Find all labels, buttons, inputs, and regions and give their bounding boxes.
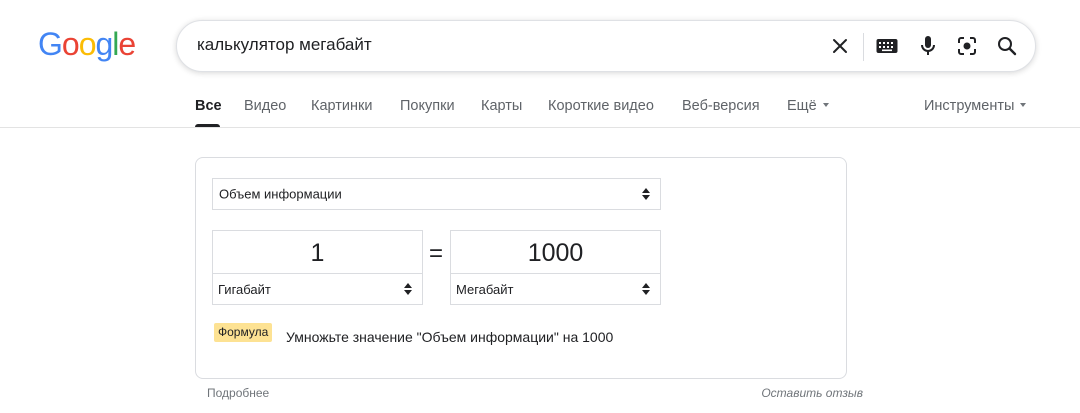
more-info-link[interactable]: Подробнее	[207, 386, 269, 400]
tab-web[interactable]: Веб-версия	[682, 98, 760, 114]
keyboard-icon[interactable]	[874, 33, 900, 59]
logo-letter-1: G	[38, 26, 63, 62]
up-down-arrows-icon	[404, 283, 412, 295]
from-unit-label: Гигабайт	[218, 282, 271, 297]
category-select[interactable]: Объем информации	[212, 178, 661, 210]
from-unit-box: 1 Гигабайт	[212, 230, 423, 305]
tools-button[interactable]: Инструменты	[924, 98, 1027, 114]
category-select-label: Объем информации	[219, 186, 342, 202]
from-value-input[interactable]: 1	[213, 235, 422, 271]
close-icon[interactable]	[827, 33, 853, 59]
formula-badge: Формула	[214, 323, 273, 342]
search-tabs: Все Видео Картинки Покупки Карты Коротки…	[0, 86, 1080, 128]
logo-letter-6: e	[118, 26, 136, 62]
up-down-arrows-icon	[642, 188, 650, 200]
tab-images[interactable]: Картинки	[311, 98, 372, 114]
tab-video[interactable]: Видео	[244, 98, 286, 114]
active-tab-indicator	[195, 124, 220, 127]
from-unit-select[interactable]: Гигабайт	[213, 274, 422, 304]
search-divider	[863, 33, 864, 61]
up-down-arrows-icon	[642, 283, 650, 295]
search-input[interactable]: калькулятор мегабайт	[197, 35, 372, 55]
tab-shopping[interactable]: Покупки	[400, 98, 455, 114]
search-box[interactable]: калькулятор мегабайт	[176, 20, 1036, 72]
tab-maps[interactable]: Карты	[481, 98, 522, 114]
microphone-icon[interactable]	[915, 33, 941, 59]
equals-sign: =	[429, 240, 444, 267]
logo-letter-4: g	[95, 26, 113, 62]
tab-more-label: Ещё	[787, 98, 817, 114]
lens-icon[interactable]	[954, 33, 980, 59]
tools-label: Инструменты	[924, 98, 1015, 114]
search-icon[interactable]	[994, 33, 1020, 59]
tab-short-videos[interactable]: Короткие видео	[548, 98, 654, 114]
to-unit-select[interactable]: Мегабайт	[451, 274, 660, 304]
google-logo[interactable]: Google	[38, 26, 136, 62]
feedback-link[interactable]: Оставить отзыв	[761, 386, 863, 400]
chevron-down-icon	[1020, 103, 1027, 108]
to-unit-label: Мегабайт	[456, 282, 514, 297]
tab-more[interactable]: Ещё	[787, 98, 829, 114]
formula-text: Умножьте значение "Объем информации" на …	[286, 329, 614, 345]
chevron-down-icon	[822, 103, 829, 108]
tab-all[interactable]: Все	[195, 98, 222, 114]
to-unit-box: 1000 Мегабайт	[450, 230, 661, 305]
logo-letter-3: o	[78, 26, 97, 62]
logo-letter-2: o	[61, 26, 80, 62]
to-value-input[interactable]: 1000	[451, 235, 660, 271]
